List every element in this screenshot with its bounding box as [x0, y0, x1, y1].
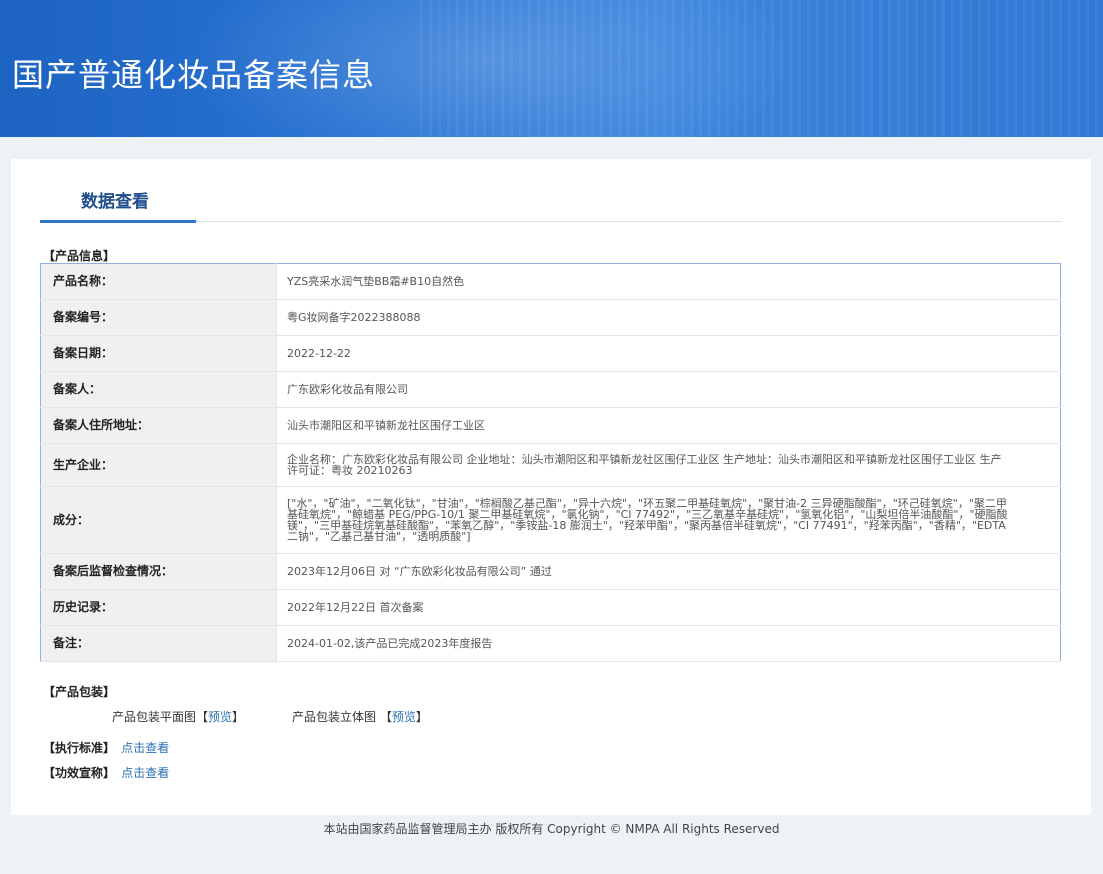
packaging-stereo: 产品包装立体图 【预览】 [292, 708, 428, 725]
row-value: 企业名称：广东欧彩化妆品有限公司 企业地址：汕头市潮阳区和平镇新龙社区围仔工业区… [276, 443, 1061, 487]
table-row: 生产企业： 企业名称：广东欧彩化妆品有限公司 企业地址：汕头市潮阳区和平镇新龙社… [40, 443, 1061, 487]
table-row: 备案人住所地址： 汕头市潮阳区和平镇新龙社区围仔工业区 [40, 407, 1061, 444]
row-label: 成分： [40, 486, 277, 554]
standard-view-link[interactable]: 点击查看 [121, 741, 169, 755]
row-label: 备案人： [40, 371, 277, 408]
page-title: 国产普通化妆品备案信息 [12, 56, 376, 94]
row-label: 备案编号： [40, 299, 277, 336]
table-row: 备案人： 广东欧彩化妆品有限公司 [40, 371, 1061, 408]
product-info-table: 产品名称： YZS亮采水润气垫BB霜#B10自然色 备案编号： 粤G妆网备字20… [40, 263, 1061, 662]
packaging-flat-preview-link[interactable]: 预览 [208, 710, 232, 724]
tab-active-indicator [40, 220, 196, 223]
row-value: 汕头市潮阳区和平镇新龙社区围仔工业区 [276, 407, 1061, 444]
row-value: 2024-01-02,该产品已完成2023年度报告 [276, 625, 1061, 662]
packaging-stereo-preview-link[interactable]: 预览 [392, 710, 416, 724]
table-row: 备案编号： 粤G妆网备字2022388088 [40, 299, 1061, 336]
table-row: 备案后监督检查情况： 2023年12月06日 对 “广东欧彩化妆品有限公司” 通… [40, 553, 1061, 590]
packaging-stereo-label: 产品包装立体图 [292, 710, 377, 724]
row-label: 历史记录： [40, 589, 277, 626]
section-efficacy: 【功效宣称】 点击查看 [43, 764, 169, 781]
footer-copyright: 本站由国家药品监督管理局主办 版权所有 Copyright © NMPA All… [323, 822, 780, 836]
row-label: 备案人住所地址： [40, 407, 277, 444]
section-standard: 【执行标准】 点击查看 [43, 739, 169, 756]
row-label: 备案后监督检查情况： [40, 553, 277, 590]
section-standard-label: 【执行标准】 [43, 741, 116, 755]
header-banner: 国产普通化妆品备案信息 [0, 0, 1103, 137]
bracket-open: 【 [379, 710, 392, 724]
table-row: 产品名称： YZS亮采水润气垫BB霜#B10自然色 [40, 263, 1061, 300]
packaging-flat: 产品包装平面图【预览】 [112, 708, 244, 725]
tab-data-view[interactable]: 数据查看 [81, 187, 149, 212]
table-row: 历史记录： 2022年12月22日 首次备案 [40, 589, 1061, 626]
bracket-close: 】 [415, 710, 428, 724]
row-label: 生产企业： [40, 443, 277, 487]
row-value: 2022-12-22 [276, 335, 1061, 372]
packaging-flat-label: 产品包装平面图 [112, 710, 197, 724]
efficacy-view-link[interactable]: 点击查看 [121, 766, 169, 780]
table-row: 备案日期： 2022-12-22 [40, 335, 1061, 372]
row-value: 2023年12月06日 对 “广东欧彩化妆品有限公司” 通过 [276, 553, 1061, 590]
section-product-info: 【产品信息】 [43, 249, 116, 263]
table-row: 成分： ["水"，"矿油"，"二氧化钛"，"甘油"，"棕榈酸乙基己酯"，"异十六… [40, 486, 1061, 554]
table-row: 备注： 2024-01-02,该产品已完成2023年度报告 [40, 625, 1061, 662]
row-value: 2022年12月22日 首次备案 [276, 589, 1061, 626]
row-value: ["水"，"矿油"，"二氧化钛"，"甘油"，"棕榈酸乙基己酯"，"异十六烷"，"… [276, 486, 1061, 554]
row-label: 备案日期： [40, 335, 277, 372]
content-panel: 数据查看 【产品信息】 产品名称： YZS亮采水润气垫BB霜#B10自然色 备案… [11, 159, 1091, 815]
bracket-close: 】 [232, 710, 245, 724]
row-value: 广东欧彩化妆品有限公司 [276, 371, 1061, 408]
section-efficacy-label: 【功效宣称】 [43, 766, 116, 780]
section-packaging: 【产品包装】 [43, 685, 116, 699]
row-value: 粤G妆网备字2022388088 [276, 299, 1061, 336]
row-label: 备注： [40, 625, 277, 662]
row-value: YZS亮采水润气垫BB霜#B10自然色 [276, 263, 1061, 300]
bracket-open: 【 [196, 710, 209, 724]
row-label: 产品名称： [40, 263, 277, 300]
